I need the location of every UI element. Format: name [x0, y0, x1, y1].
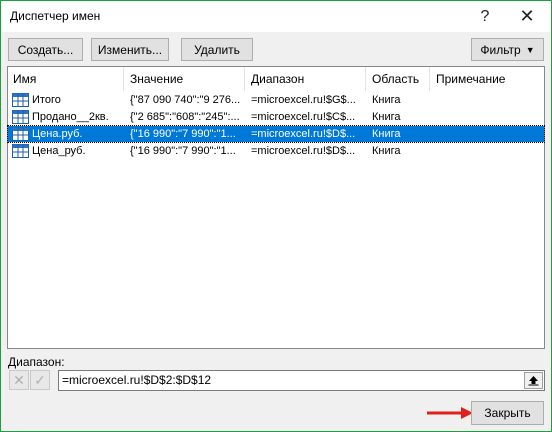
row-value: {"16 990":"7 990":"1... — [130, 145, 236, 157]
name-manager-dialog: Диспетчер имен ? ✕ Создать... Изменить..… — [0, 0, 552, 432]
table-row[interactable]: Продано__2кв. {"2 685":"608":"245":... =… — [8, 109, 544, 125]
cancel-x-icon[interactable]: ✕ — [9, 370, 29, 390]
row-name: Цена_руб. — [32, 145, 86, 157]
row-note — [436, 126, 536, 142]
row-value: {"2 685":"608":"245":... — [130, 111, 240, 123]
edit-button[interactable]: Изменить... — [91, 38, 169, 61]
table-icon — [12, 110, 29, 124]
row-note — [436, 109, 536, 125]
row-scope: Книга — [372, 128, 401, 140]
column-header-note[interactable]: Примечание — [431, 67, 544, 91]
filter-button[interactable]: Фильтр ▼ — [471, 38, 544, 61]
row-value: {"16 990":"7 990":"1... — [130, 128, 236, 140]
row-name: Цена.руб. — [32, 128, 83, 140]
table-icon — [12, 93, 29, 107]
table-icon — [12, 127, 29, 141]
delete-button[interactable]: Удалить — [181, 38, 253, 61]
filter-label: Фильтр — [480, 42, 521, 57]
close-button[interactable]: Закрыть — [471, 401, 544, 425]
row-note — [436, 92, 536, 108]
column-header-range[interactable]: Диапазон — [246, 67, 366, 91]
range-value: =microexcel.ru!$D$2:$D$12 — [62, 373, 212, 387]
row-name: Продано__2кв. — [32, 111, 109, 123]
help-icon[interactable]: ? — [464, 1, 506, 32]
list-header: Имя Значение Диапазон Область Примечание — [8, 67, 544, 91]
row-range: =microexcel.ru!$C$... — [251, 111, 356, 123]
row-range: =microexcel.ru!$G$... — [251, 94, 356, 106]
title-bar: Диспетчер имен ? ✕ — [1, 1, 551, 32]
range-label: Диапазон: — [8, 355, 65, 369]
table-row[interactable]: Цена_руб. {"16 990":"7 990":"1... =micro… — [8, 143, 544, 159]
row-scope: Книга — [372, 94, 401, 106]
row-scope: Книга — [372, 111, 401, 123]
close-icon[interactable]: ✕ — [506, 1, 548, 32]
red-arrow-icon — [427, 407, 473, 419]
table-row[interactable]: Итого {"87 090 740":"9 276... =microexce… — [8, 92, 544, 108]
create-button[interactable]: Создать... — [8, 38, 83, 61]
window-title: Диспетчер имен — [10, 9, 101, 23]
row-range: =microexcel.ru!$D$... — [251, 128, 356, 140]
column-header-scope[interactable]: Область — [367, 67, 430, 91]
row-scope: Книга — [372, 145, 401, 157]
chevron-down-icon: ▼ — [525, 44, 535, 55]
range-field[interactable]: =microexcel.ru!$D$2:$D$12 — [58, 370, 545, 391]
table-icon — [12, 144, 29, 158]
row-range: =microexcel.ru!$D$... — [251, 145, 356, 157]
row-value: {"87 090 740":"9 276... — [130, 94, 241, 106]
column-header-value[interactable]: Значение — [125, 67, 245, 91]
check-icon[interactable]: ✓ — [30, 370, 50, 390]
collapse-dialog-icon[interactable] — [524, 372, 543, 389]
column-header-name[interactable]: Имя — [8, 67, 124, 91]
table-row-selected[interactable]: Цена.руб. {"16 990":"7 990":"1... =micro… — [7, 125, 545, 143]
row-note — [436, 143, 536, 159]
names-list[interactable]: Имя Значение Диапазон Область Примечание… — [7, 66, 545, 349]
row-name: Итого — [32, 94, 61, 106]
